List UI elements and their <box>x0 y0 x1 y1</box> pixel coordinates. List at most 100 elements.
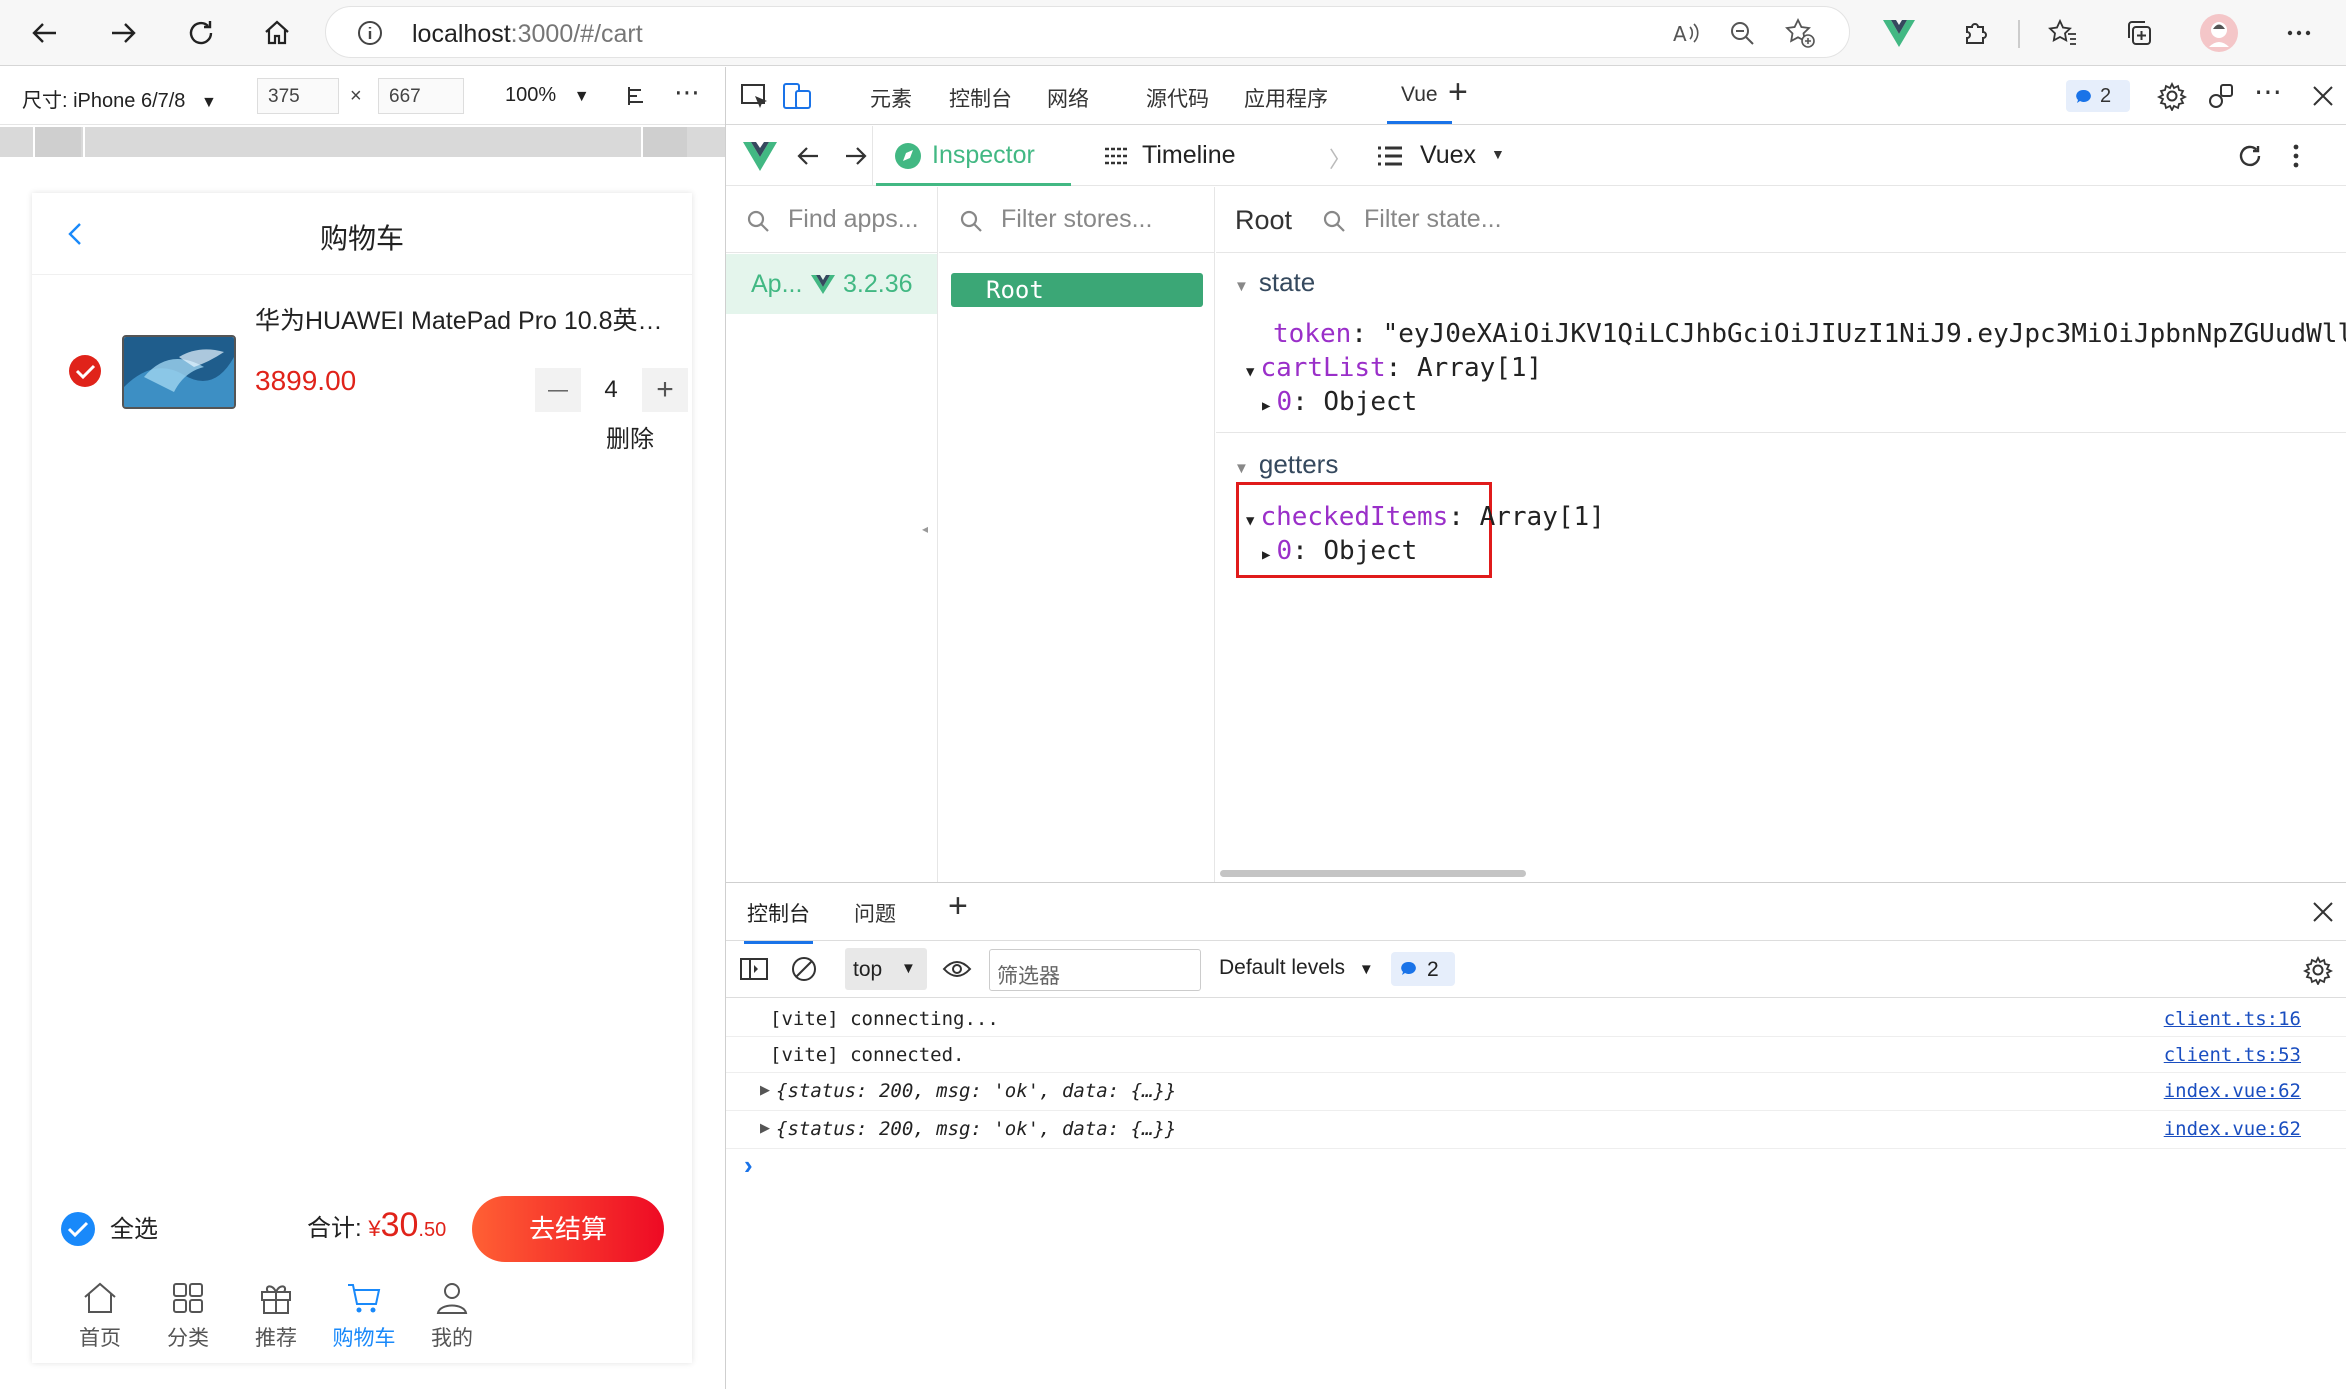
tab-mine[interactable]: 我的 <box>402 1278 502 1363</box>
media-query-ruler[interactable] <box>0 127 725 157</box>
collections-button[interactable] <box>2116 10 2162 56</box>
ruler-segment[interactable] <box>83 127 639 157</box>
dropdown-caret-icon: ▼ <box>1491 146 1505 162</box>
home-button[interactable] <box>254 10 300 56</box>
tab-network[interactable]: 网络 <box>1047 83 1089 113</box>
back-button[interactable] <box>22 10 68 56</box>
tab-vue[interactable]: Vue <box>1387 83 1452 124</box>
expand-arrow-icon[interactable]: ▶ <box>760 1120 770 1136</box>
message-icon <box>1401 961 1416 975</box>
tab-elements[interactable]: 元素 <box>870 83 912 113</box>
favorites-button[interactable] <box>2040 10 2086 56</box>
log-source-link[interactable]: client.ts:16 <box>2164 1008 2301 1030</box>
ruler-segment[interactable] <box>641 127 687 157</box>
delete-button[interactable]: 删除 <box>606 419 654 454</box>
vue-devtools-extension-button[interactable] <box>1876 10 1922 56</box>
item-checkbox[interactable] <box>68 354 102 388</box>
zoom-select[interactable]: 100% ▼ <box>505 84 590 107</box>
increase-quantity-button[interactable]: + <box>642 368 688 412</box>
info-icon[interactable] <box>356 19 384 47</box>
store-root-item[interactable]: Root <box>951 273 1203 307</box>
state-section-header[interactable]: ▼ state <box>1234 267 1315 298</box>
issues-badge[interactable]: 2 <box>2066 80 2130 112</box>
address-bar[interactable]: localhost:3000/#/cart A <box>325 6 1850 58</box>
tab-console[interactable]: 控制台 <box>949 83 1012 113</box>
console-prompt-row[interactable]: › <box>726 1150 2346 1186</box>
close-devtools-icon[interactable] <box>2311 84 2335 108</box>
log-source-link[interactable]: index.vue:62 <box>2164 1118 2301 1140</box>
state-token-row[interactable]: token: "eyJ0eXAiOiJKV1QiLCJhbGciOiJIUzI1… <box>1273 319 2346 349</box>
log-source-link[interactable]: index.vue:62 <box>2164 1080 2301 1102</box>
device-more-button[interactable]: ⋯ <box>674 77 700 108</box>
vuex-plugin-select[interactable]: Vuex ▼ <box>1376 126 1506 186</box>
read-aloud-icon[interactable]: A <box>1671 19 1701 47</box>
cartlist-item-row[interactable]: ▶ 0: Object <box>1262 387 1417 417</box>
extensions-button[interactable] <box>1953 10 1999 56</box>
context-select[interactable]: top ▼ <box>845 948 927 990</box>
console-issues-badge[interactable]: 2 <box>1391 952 1455 986</box>
refresh-icon[interactable] <box>2237 143 2263 169</box>
tab-sources[interactable]: 源代码 <box>1146 83 1209 113</box>
tab-home[interactable]: 首页 <box>50 1278 150 1363</box>
clear-console-icon[interactable] <box>790 955 818 983</box>
product-name[interactable]: 华为HUAWEI MatePad Pro 10.8英寸... <box>255 301 665 337</box>
product-image[interactable] <box>122 335 236 409</box>
inspect-element-icon[interactable] <box>740 83 770 111</box>
select-all-label[interactable]: 全选 <box>110 1209 158 1244</box>
device-select[interactable]: 尺寸: iPhone 6/7/8 ▼ <box>22 84 217 113</box>
console-log-row[interactable]: [vite] connecting... client.ts:16 <box>726 1001 2346 1037</box>
forward-arrow-icon[interactable] <box>842 143 868 169</box>
filter-stores-input[interactable]: Filter stores... <box>1001 205 1152 234</box>
sidebar-toggle-icon[interactable] <box>740 957 768 981</box>
state-cartlist-row[interactable]: ▼ cartList: Array[1] <box>1246 353 1542 383</box>
favorite-add-icon[interactable] <box>1784 17 1816 49</box>
drawer-add-tab-button[interactable]: + <box>948 887 968 926</box>
checkout-button[interactable]: 去结算 <box>472 1196 664 1262</box>
getter-checkeditems-row[interactable]: ▼ checkedItems: Array[1] <box>1246 502 1605 532</box>
ruler-segment[interactable] <box>33 127 81 157</box>
add-tab-button[interactable]: + <box>1448 73 1468 112</box>
devtools-more-button[interactable]: ⋯ <box>2254 75 2282 108</box>
expand-arrow-icon[interactable]: ▶ <box>760 1082 770 1098</box>
console-log-row[interactable]: ▶ {status: 200, msg: 'ok', data: {…}} in… <box>726 1111 2346 1149</box>
live-expression-eye-icon[interactable] <box>942 957 972 981</box>
zoom-out-icon[interactable] <box>1728 19 1756 47</box>
rotate-device-icon[interactable] <box>624 83 650 109</box>
browser-menu-button[interactable] <box>2276 10 2322 56</box>
tab-recommend[interactable]: 推荐 <box>226 1278 326 1363</box>
close-drawer-icon[interactable] <box>2311 900 2335 924</box>
log-levels-select[interactable]: Default levels ▼ <box>1219 956 1374 980</box>
quantity-input[interactable]: 4 <box>582 368 640 412</box>
console-log-row[interactable]: [vite] connected. client.ts:53 <box>726 1037 2346 1073</box>
tab-cart[interactable]: 购物车 <box>314 1278 414 1363</box>
device-toggle-icon[interactable] <box>782 81 812 111</box>
tab-category[interactable]: 分类 <box>138 1278 238 1363</box>
horizontal-scrollbar[interactable] <box>1220 870 1526 877</box>
app-list-item[interactable]: Ap... 3.2.36 <box>726 254 937 314</box>
log-source-link[interactable]: client.ts:53 <box>2164 1044 2301 1066</box>
profile-button[interactable] <box>2196 10 2242 56</box>
console-filter-input[interactable]: 筛选器 <box>989 949 1201 991</box>
settings-gear-icon[interactable] <box>2157 81 2187 111</box>
reload-button[interactable] <box>178 10 224 56</box>
find-apps-input[interactable]: Find apps... <box>788 205 919 234</box>
checkeditems-item-row[interactable]: ▶ 0: Object <box>1262 536 1417 566</box>
drawer-tab-console[interactable]: 控制台 <box>744 898 813 944</box>
more-vertical-icon[interactable] <box>2290 141 2302 171</box>
device-width-input[interactable]: 375 <box>257 78 339 114</box>
forward-button[interactable] <box>100 10 146 56</box>
store-root-label: Root <box>986 276 1044 304</box>
back-arrow-icon[interactable] <box>796 143 822 169</box>
tab-application[interactable]: 应用程序 <box>1244 83 1328 113</box>
customize-icon[interactable] <box>2206 81 2236 111</box>
filter-state-input[interactable]: Filter state... <box>1364 205 1502 234</box>
select-all-checkbox[interactable] <box>60 1211 96 1247</box>
console-log-row[interactable]: ▶ {status: 200, msg: 'ok', data: {…}} in… <box>726 1073 2346 1111</box>
decrease-quantity-button[interactable]: — <box>535 368 581 412</box>
getters-section-header[interactable]: ▼ getters <box>1234 449 1338 480</box>
device-height-input[interactable]: 667 <box>378 78 464 114</box>
pane-resize-handle[interactable]: ◂ <box>922 522 928 536</box>
search-icon <box>1323 210 1345 232</box>
console-settings-gear-icon[interactable] <box>2303 955 2333 985</box>
drawer-tab-issues[interactable]: 问题 <box>854 898 896 928</box>
